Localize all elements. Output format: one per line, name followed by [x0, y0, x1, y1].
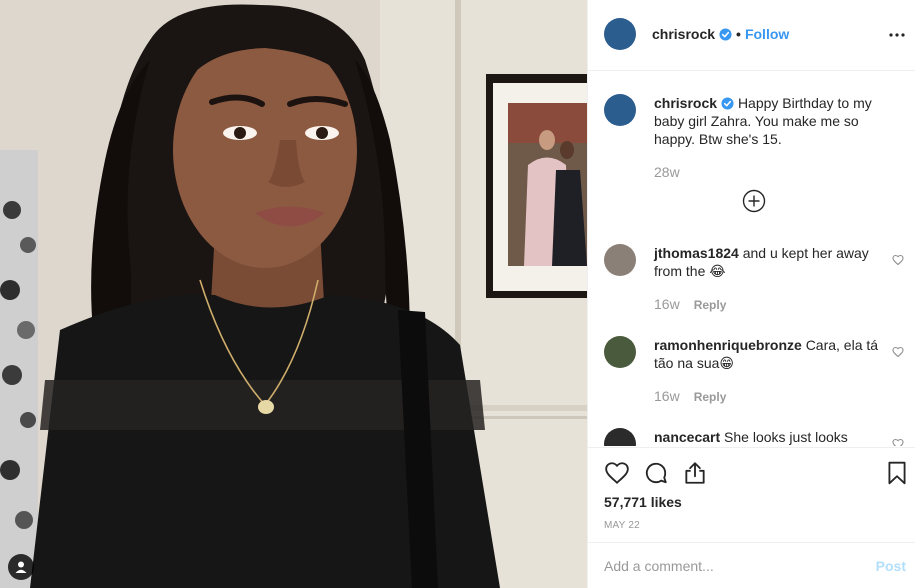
separator-dot: •: [736, 26, 741, 42]
comment-meta: 16w Reply: [654, 296, 726, 312]
bookmark-icon[interactable]: [884, 460, 910, 486]
post-comment-button[interactable]: Post: [876, 558, 906, 574]
comment-item: ramonhenriquebronze Cara, ela tá tão na …: [604, 336, 904, 406]
reply-button[interactable]: Reply: [694, 390, 727, 404]
like-comment-heart-icon[interactable]: [892, 438, 904, 446]
comment-icon[interactable]: [643, 460, 669, 486]
comment-item: jthomas1824 and u kept her away from the…: [604, 244, 904, 314]
verified-badge-icon: [721, 97, 734, 110]
comment-age[interactable]: 16w: [654, 296, 680, 312]
share-icon[interactable]: [682, 460, 708, 486]
avatar[interactable]: [604, 18, 636, 50]
username-link[interactable]: chrisrock: [652, 26, 715, 42]
add-comment-bar: Post: [588, 542, 915, 588]
like-comment-heart-icon[interactable]: [892, 254, 904, 266]
photo-illustration: [0, 0, 587, 588]
post-photo[interactable]: [0, 0, 587, 588]
more-options-icon[interactable]: [888, 26, 906, 44]
heart-icon[interactable]: [604, 460, 630, 486]
comment-text-block: nancecart She looks just looks: [654, 428, 884, 446]
comment-text-block: ramonhenriquebronze Cara, ela tá tão na …: [654, 336, 884, 372]
comment-item: nancecart She looks just looks: [604, 428, 904, 446]
user-tag-icon[interactable]: [8, 554, 34, 580]
post-actions: 57,771 likes MAY 22: [588, 447, 915, 547]
comment-text: She looks just looks: [724, 429, 848, 445]
follow-button[interactable]: Follow: [745, 26, 789, 42]
verified-badge-icon: [719, 28, 732, 41]
avatar[interactable]: [604, 244, 636, 276]
username-link[interactable]: jthomas1824: [654, 245, 739, 261]
add-comment-input[interactable]: [604, 556, 854, 576]
reply-button[interactable]: Reply: [694, 298, 727, 312]
username-link[interactable]: nancecart: [654, 429, 720, 445]
header-user-line: chrisrock • Follow: [652, 26, 789, 42]
caption-text-block: chrisrock Happy Birthday to my baby girl…: [654, 94, 884, 148]
comments-list[interactable]: chrisrock Happy Birthday to my baby girl…: [588, 72, 915, 446]
username-link[interactable]: chrisrock: [654, 95, 717, 111]
post-header: chrisrock • Follow: [588, 0, 915, 71]
caption-age[interactable]: 28w: [654, 164, 680, 180]
add-circle-icon[interactable]: [742, 189, 766, 213]
post-details-panel: chrisrock • Follow chrisrock Happy Birthda…: [587, 0, 915, 588]
comment-meta: 16w Reply: [654, 388, 726, 404]
comment-age[interactable]: 16w: [654, 388, 680, 404]
likes-count[interactable]: 57,771 likes: [604, 494, 682, 510]
avatar[interactable]: [604, 336, 636, 368]
comment-text-block: jthomas1824 and u kept her away from the…: [654, 244, 884, 280]
post-date[interactable]: MAY 22: [604, 520, 640, 531]
caption: chrisrock Happy Birthday to my baby girl…: [604, 94, 904, 204]
avatar[interactable]: [604, 94, 636, 126]
like-comment-heart-icon[interactable]: [892, 346, 904, 358]
username-link[interactable]: ramonhenriquebronze: [654, 337, 802, 353]
avatar[interactable]: [604, 428, 636, 446]
